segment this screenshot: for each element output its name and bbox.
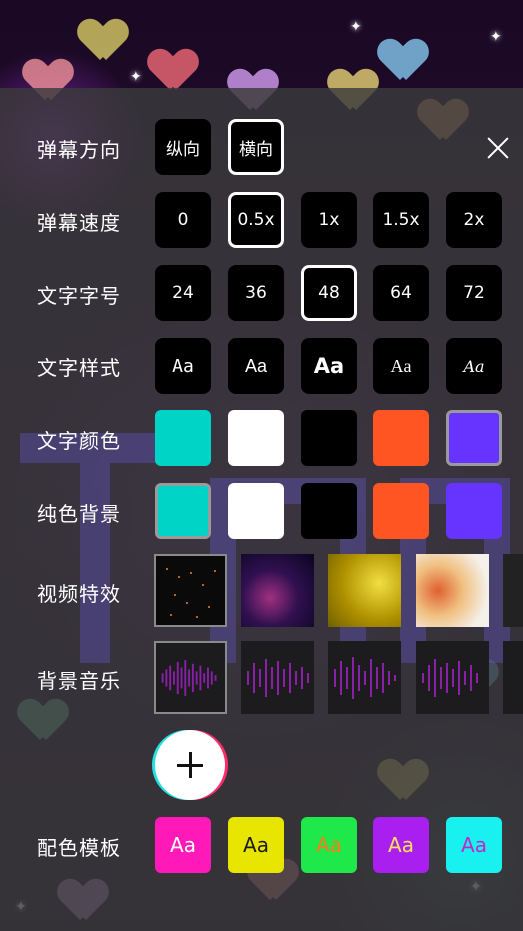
- speed-option[interactable]: 1.5x: [373, 192, 429, 248]
- video-effect-thumbnail[interactable]: [416, 554, 489, 627]
- add-music-button[interactable]: [155, 730, 225, 800]
- sparkle-icon: ✦: [130, 69, 142, 85]
- direction-vertical-button[interactable]: 纵向: [155, 119, 211, 175]
- text-color-swatch[interactable]: [155, 410, 211, 466]
- speed-option[interactable]: 0: [155, 192, 211, 248]
- label-background-music: 背景音乐: [37, 669, 121, 693]
- bg-color-swatch[interactable]: [155, 483, 211, 539]
- color-template-option[interactable]: Aa: [301, 817, 357, 873]
- label-direction: 弹幕方向: [37, 138, 121, 162]
- music-waveform-thumbnail[interactable]: [154, 641, 227, 714]
- music-waveform-thumbnail[interactable]: [328, 641, 401, 714]
- color-template-option[interactable]: Aa: [446, 817, 502, 873]
- label-color-template: 配色模板: [37, 836, 121, 860]
- font-size-option[interactable]: 72: [446, 265, 502, 321]
- label-solid-background: 纯色背景: [37, 502, 121, 526]
- direction-horizontal-button[interactable]: 横向: [228, 119, 284, 175]
- font-style-option[interactable]: Aa: [446, 338, 502, 394]
- sparkle-icon: ✦: [490, 29, 502, 45]
- font-size-option[interactable]: 64: [373, 265, 429, 321]
- video-effect-thumbnail[interactable]: [503, 554, 523, 627]
- video-effect-thumbnail[interactable]: [154, 554, 227, 627]
- color-template-option[interactable]: Aa: [155, 817, 211, 873]
- heart-decoration: [80, 20, 126, 60]
- speed-option[interactable]: 1x: [301, 192, 357, 248]
- font-size-option[interactable]: 48: [301, 265, 357, 321]
- speed-option[interactable]: 2x: [446, 192, 502, 248]
- heart-decoration: [150, 50, 196, 90]
- music-waveform-thumbnail[interactable]: [503, 641, 523, 714]
- font-style-option[interactable]: Aa: [228, 338, 284, 394]
- label-video-effect: 视频特效: [37, 582, 121, 606]
- label-font-style: 文字样式: [37, 356, 121, 380]
- heart-decoration: [380, 40, 426, 80]
- font-style-option[interactable]: Aa: [155, 338, 211, 394]
- label-speed: 弹幕速度: [37, 211, 121, 235]
- text-color-swatch[interactable]: [373, 410, 429, 466]
- bg-color-swatch[interactable]: [446, 483, 502, 539]
- label-font-size: 文字字号: [37, 284, 121, 308]
- close-icon[interactable]: [486, 136, 510, 160]
- font-size-option[interactable]: 36: [228, 265, 284, 321]
- text-color-swatch[interactable]: [301, 410, 357, 466]
- font-size-option[interactable]: 24: [155, 265, 211, 321]
- music-waveform-thumbnail[interactable]: [241, 641, 314, 714]
- text-color-swatch[interactable]: [228, 410, 284, 466]
- bg-color-swatch[interactable]: [373, 483, 429, 539]
- color-template-option[interactable]: Aa: [373, 817, 429, 873]
- bg-color-swatch[interactable]: [228, 483, 284, 539]
- video-effect-thumbnail[interactable]: [241, 554, 314, 627]
- bg-color-swatch[interactable]: [301, 483, 357, 539]
- speed-option[interactable]: 0.5x: [228, 192, 284, 248]
- sparkle-icon: ✦: [350, 19, 362, 35]
- font-style-option[interactable]: Aa: [373, 338, 429, 394]
- label-text-color: 文字颜色: [37, 429, 121, 453]
- font-style-option[interactable]: Aa: [301, 338, 357, 394]
- music-waveform-thumbnail[interactable]: [416, 641, 489, 714]
- color-template-option[interactable]: Aa: [228, 817, 284, 873]
- video-effect-thumbnail[interactable]: [328, 554, 401, 627]
- text-color-swatch[interactable]: [446, 410, 502, 466]
